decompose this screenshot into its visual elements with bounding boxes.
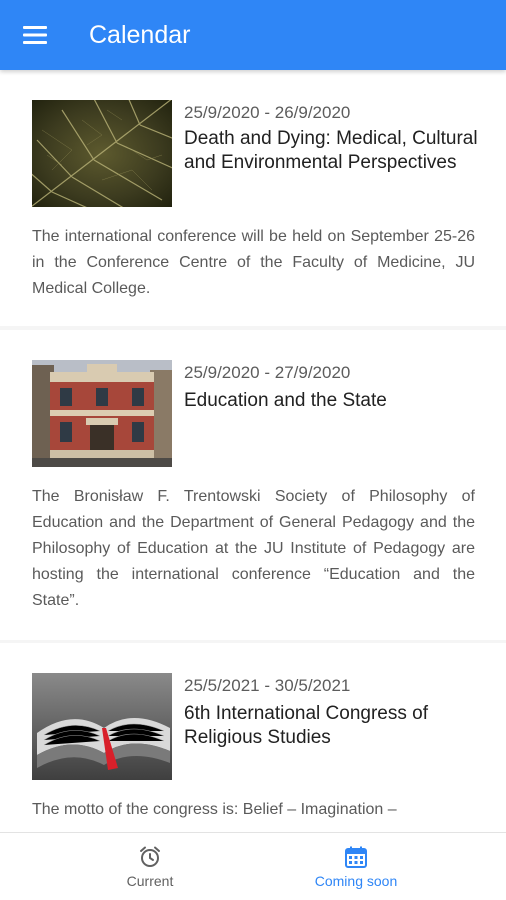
- events-list[interactable]: 25/9/2020 - 26/9/2020 Death and Dying: M…: [0, 70, 506, 832]
- menu-button[interactable]: [0, 0, 70, 70]
- event-title[interactable]: 6th International Congress of Religious …: [184, 702, 484, 750]
- event-title[interactable]: Death and Dying: Medical, Cultural and E…: [184, 127, 484, 175]
- app-bar: Calendar: [0, 0, 506, 70]
- page-title: Calendar: [89, 20, 191, 49]
- nav-tab-current[interactable]: Current: [47, 833, 253, 900]
- event-image: [32, 360, 172, 467]
- event-description: The Bronisław F. Trentowski Society of P…: [32, 488, 475, 609]
- event-title[interactable]: Education and the State: [184, 389, 484, 413]
- event-description: The international conference will be hel…: [32, 228, 475, 297]
- event-image: [32, 100, 172, 207]
- nav-label: Current: [126, 873, 174, 889]
- hamburger-menu-icon: [23, 26, 47, 44]
- alarm-clock-icon: [140, 846, 160, 867]
- event-dates: 25/9/2020 - 27/9/2020: [184, 363, 351, 382]
- event-card[interactable]: 25/5/2021 - 30/5/2021 6th International …: [0, 643, 506, 832]
- calendar-icon: [345, 846, 367, 868]
- event-card[interactable]: 25/9/2020 - 26/9/2020 Death and Dying: M…: [0, 70, 506, 326]
- event-description: The motto of the congress is: Belief – I…: [32, 801, 397, 818]
- event-image: [32, 673, 172, 780]
- event-card[interactable]: 25/9/2020 - 27/9/2020 Education and the …: [0, 330, 506, 640]
- event-dates: 25/5/2021 - 30/5/2021: [184, 676, 351, 695]
- nav-tab-coming-soon[interactable]: Coming soon: [253, 833, 459, 900]
- event-dates: 25/9/2020 - 26/9/2020: [184, 103, 351, 122]
- nav-label: Coming soon: [314, 873, 398, 889]
- bottom-navigation: Current Coming soon: [0, 832, 506, 900]
